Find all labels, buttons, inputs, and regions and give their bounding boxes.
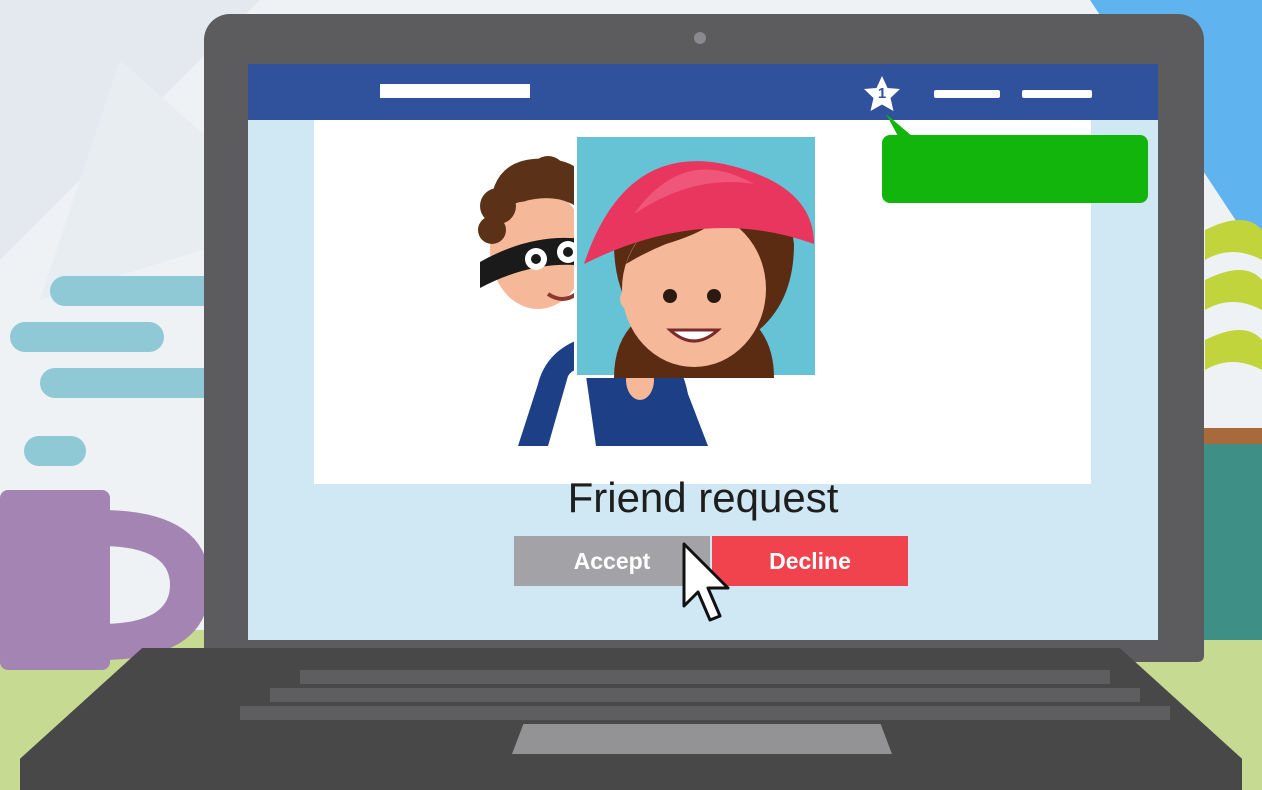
profile-photo-woman (574, 134, 818, 378)
mouse-pointer-icon (682, 542, 730, 622)
cloud-line (40, 368, 224, 398)
notification-star[interactable]: 1 (860, 74, 904, 114)
notification-bubble[interactable] (882, 135, 1148, 203)
social-top-bar: 1 (248, 64, 1158, 120)
site-logo-placeholder (380, 84, 530, 98)
menu-line[interactable] (1022, 90, 1092, 98)
notification-count: 1 (877, 85, 887, 102)
laptop-screen: 1 Friend request Accept Decline (248, 64, 1158, 640)
friend-request-title: Friend request (567, 474, 839, 521)
trackpad (512, 724, 892, 754)
menu-line[interactable] (934, 90, 1000, 98)
content-strip (832, 434, 1090, 448)
keyboard-row (300, 670, 1110, 684)
cloud-line (10, 322, 164, 352)
decline-button[interactable]: Decline (712, 536, 908, 586)
webcam-icon (694, 32, 706, 44)
keyboard-row (240, 706, 1170, 720)
cloud-line (24, 436, 86, 466)
keyboard-row (270, 688, 1140, 702)
